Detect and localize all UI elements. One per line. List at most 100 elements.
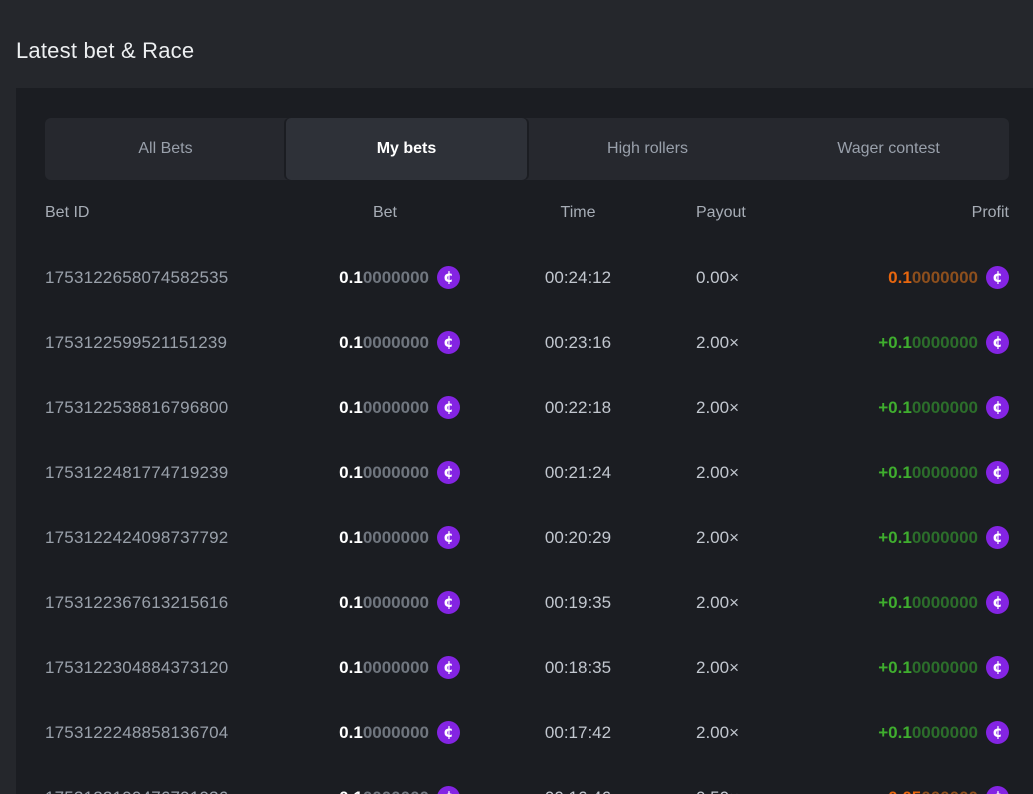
table-row[interactable]: 1753122481774719239 0.10000000 ¢ 00:21:2… [45, 440, 1009, 505]
bet-amount-cell: 0.10000000 ¢ [310, 461, 460, 484]
bets-tab-bar: All Bets My bets High rollers Wager cont… [45, 118, 1009, 180]
profit-amount: +0.10000000 [878, 528, 978, 548]
coin-icon: ¢ [986, 266, 1009, 289]
table-row[interactable]: 1753122304884373120 0.10000000 ¢ 00:18:3… [45, 635, 1009, 700]
bet-id-cell: 1753122658074582535 [45, 268, 310, 288]
table-row[interactable]: 1753122658074582535 0.10000000 ¢ 00:24:1… [45, 245, 1009, 310]
table-row[interactable]: 1753122367613215616 0.10000000 ¢ 00:19:3… [45, 570, 1009, 635]
tab-my-bets[interactable]: My bets [286, 118, 527, 180]
bet-amount: 0.10000000 [339, 268, 429, 288]
bet-id-cell: 1753122481774719239 [45, 463, 310, 483]
tab-high-rollers[interactable]: High rollers [527, 118, 768, 180]
coin-icon: ¢ [986, 526, 1009, 549]
tab-wager-contest[interactable]: Wager contest [768, 118, 1009, 180]
bet-id-cell: 1753122190476791936 [45, 788, 310, 794]
coin-icon: ¢ [986, 461, 1009, 484]
profit-cell: +0.10000000 ¢ [736, 461, 1009, 484]
bet-amount-cell: 0.10000000 ¢ [310, 721, 460, 744]
table-row[interactable]: 1753122424098737792 0.10000000 ¢ 00:20:2… [45, 505, 1009, 570]
time-cell: 00:24:12 [460, 268, 696, 288]
table-row[interactable]: 1753122599521151239 0.10000000 ¢ 00:23:1… [45, 310, 1009, 375]
coin-icon: ¢ [986, 656, 1009, 679]
bet-amount: 0.10000000 [339, 593, 429, 613]
tab-all-bets[interactable]: All Bets [45, 118, 286, 180]
bet-amount: 0.10000000 [339, 463, 429, 483]
column-header-profit: Profit [736, 204, 1009, 222]
table-header-row: Bet ID Bet Time Payout Profit [45, 180, 1009, 245]
coin-icon: ¢ [437, 526, 460, 549]
bet-id-cell: 1753122538816796800 [45, 398, 310, 418]
profit-amount: 0.10000000 [888, 268, 978, 288]
table-row[interactable]: 1753122190476791936 0.10000000 ¢ 00:16:4… [45, 765, 1009, 794]
coin-icon: ¢ [986, 721, 1009, 744]
table-body: 1753122658074582535 0.10000000 ¢ 00:24:1… [45, 245, 1009, 794]
table-row[interactable]: 1753122538816796800 0.10000000 ¢ 00:22:1… [45, 375, 1009, 440]
profit-cell: +0.10000000 ¢ [736, 656, 1009, 679]
bet-amount-cell: 0.10000000 ¢ [310, 591, 460, 614]
profit-cell: +0.10000000 ¢ [736, 526, 1009, 549]
coin-icon: ¢ [437, 461, 460, 484]
latest-bets-panel: All Bets My bets High rollers Wager cont… [16, 88, 1033, 794]
payout-cell: 2.00× [696, 463, 736, 483]
bet-amount-cell: 0.10000000 ¢ [310, 656, 460, 679]
coin-icon: ¢ [986, 396, 1009, 419]
payout-cell: 2.00× [696, 398, 736, 418]
column-header-time: Time [460, 204, 696, 222]
coin-icon: ¢ [437, 656, 460, 679]
coin-icon: ¢ [986, 331, 1009, 354]
bet-id-cell: 1753122599521151239 [45, 333, 310, 353]
bet-amount: 0.10000000 [339, 398, 429, 418]
time-cell: 00:18:35 [460, 658, 696, 678]
profit-amount: +0.10000000 [878, 723, 978, 743]
coin-icon: ¢ [437, 591, 460, 614]
bet-amount: 0.10000000 [339, 528, 429, 548]
time-cell: 00:17:42 [460, 723, 696, 743]
profit-amount: +0.10000000 [878, 658, 978, 678]
payout-cell: 0.50× [696, 788, 736, 794]
profit-amount: +0.10000000 [878, 593, 978, 613]
bet-id-cell: 1753122424098737792 [45, 528, 310, 548]
bet-amount-cell: 0.10000000 ¢ [310, 331, 460, 354]
bet-id-cell: 1753122304884373120 [45, 658, 310, 678]
coin-icon: ¢ [986, 591, 1009, 614]
table-row[interactable]: 1753122248858136704 0.10000000 ¢ 00:17:4… [45, 700, 1009, 765]
bet-amount: 0.10000000 [339, 788, 429, 794]
bet-amount-cell: 0.10000000 ¢ [310, 526, 460, 549]
bet-amount: 0.10000000 [339, 333, 429, 353]
profit-amount: 0.05000000 [888, 788, 978, 794]
profit-amount: +0.10000000 [878, 333, 978, 353]
bet-amount-cell: 0.10000000 ¢ [310, 266, 460, 289]
bet-id-cell: 1753122367613215616 [45, 593, 310, 613]
bet-amount-cell: 0.10000000 ¢ [310, 396, 460, 419]
coin-icon: ¢ [437, 396, 460, 419]
time-cell: 00:16:46 [460, 788, 696, 794]
coin-icon: ¢ [437, 721, 460, 744]
profit-cell: +0.10000000 ¢ [736, 331, 1009, 354]
profit-cell: +0.10000000 ¢ [736, 721, 1009, 744]
column-header-bet: Bet [310, 204, 460, 222]
column-header-bet-id: Bet ID [45, 204, 310, 222]
time-cell: 00:21:24 [460, 463, 696, 483]
profit-amount: +0.10000000 [878, 463, 978, 483]
time-cell: 00:20:29 [460, 528, 696, 548]
time-cell: 00:23:16 [460, 333, 696, 353]
bet-amount-cell: 0.10000000 ¢ [310, 786, 460, 794]
payout-cell: 2.00× [696, 593, 736, 613]
bet-amount: 0.10000000 [339, 723, 429, 743]
profit-amount: +0.10000000 [878, 398, 978, 418]
payout-cell: 2.00× [696, 723, 736, 743]
profit-cell: +0.10000000 ¢ [736, 396, 1009, 419]
profit-cell: +0.10000000 ¢ [736, 591, 1009, 614]
profit-cell: 0.05000000 ¢ [736, 786, 1009, 794]
coin-icon: ¢ [437, 331, 460, 354]
time-cell: 00:22:18 [460, 398, 696, 418]
payout-cell: 2.00× [696, 333, 736, 353]
page-title: Latest bet & Race [0, 0, 1033, 88]
time-cell: 00:19:35 [460, 593, 696, 613]
coin-icon: ¢ [986, 786, 1009, 794]
payout-cell: 0.00× [696, 268, 736, 288]
payout-cell: 2.00× [696, 658, 736, 678]
column-header-payout: Payout [696, 204, 736, 222]
coin-icon: ¢ [437, 266, 460, 289]
payout-cell: 2.00× [696, 528, 736, 548]
